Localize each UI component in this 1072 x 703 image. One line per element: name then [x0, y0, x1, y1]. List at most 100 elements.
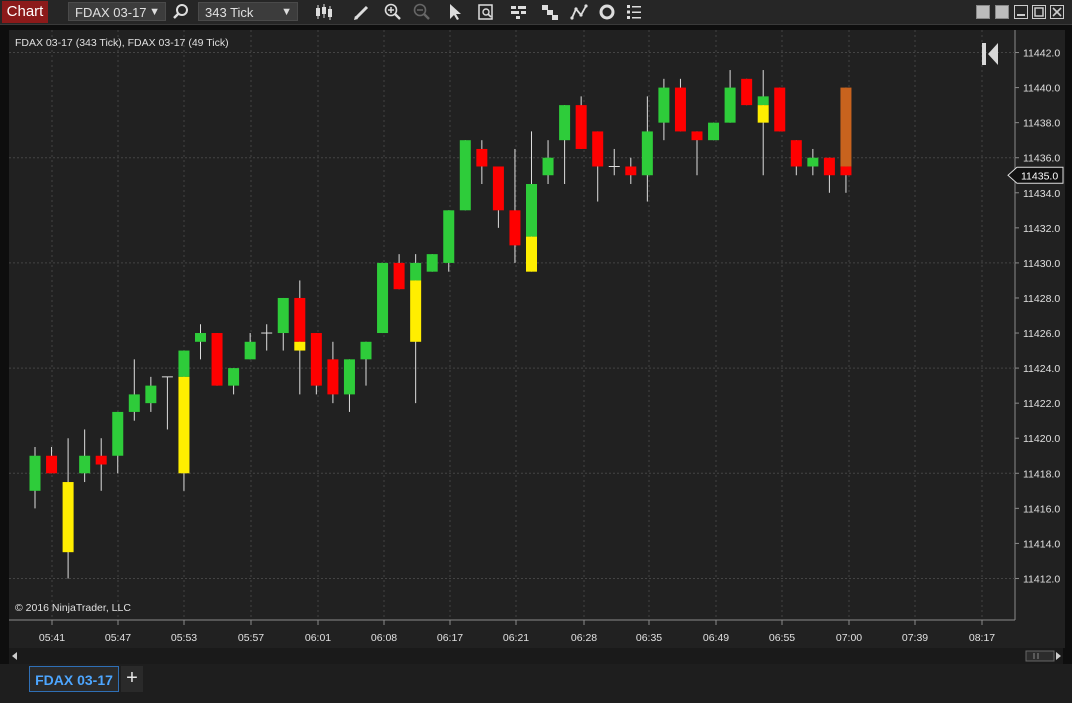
candle-body — [658, 87, 670, 123]
candle-body — [244, 341, 256, 360]
candle-body — [310, 333, 322, 386]
data-box-icon[interactable] — [476, 2, 496, 22]
time-tick-label: 06:21 — [503, 632, 529, 644]
time-tick-label: 08:17 — [969, 632, 995, 644]
candle-body — [95, 455, 107, 465]
time-tick-label: 06:08 — [371, 632, 397, 644]
chevron-down-icon: ▼ — [149, 6, 160, 18]
tile-right-icon[interactable] — [995, 5, 1009, 19]
time-tick-label: 06:17 — [437, 632, 463, 644]
price-tick-label: 11432.0 — [1023, 223, 1060, 235]
time-tick-label: 06:35 — [636, 632, 662, 644]
candle-body — [641, 131, 653, 176]
price-tick-label: 11426.0 — [1023, 328, 1060, 340]
instrument-selector[interactable]: FDAX 03-17 ▼ — [68, 2, 166, 21]
drawing-tools-icon[interactable] — [569, 2, 589, 22]
candle-body — [211, 333, 223, 386]
candle-body — [625, 166, 637, 176]
close-icon[interactable] — [1050, 5, 1064, 19]
scroll-thumb[interactable] — [1025, 650, 1055, 662]
price-tick-label: 11424.0 — [1023, 363, 1060, 375]
candle-body — [228, 368, 240, 386]
current-price-marker: 11435.0 — [1007, 166, 1064, 184]
chart-toolbar: Chart FDAX 03-17 ▼ 343 Tick ▼ — [0, 0, 1072, 25]
scroll-left-icon[interactable] — [12, 652, 17, 660]
price-tick-label: 11422.0 — [1023, 398, 1060, 410]
candle-body — [492, 166, 504, 211]
tab-fdax[interactable]: FDAX 03-17 — [29, 666, 119, 692]
chevron-down-icon: ▼ — [281, 6, 292, 18]
candle-body — [145, 385, 157, 404]
time-tick-label: 05:57 — [238, 632, 264, 644]
candle-body-last — [840, 87, 852, 167]
strategies-icon[interactable] — [509, 2, 529, 22]
candle-body — [840, 166, 852, 176]
time-tick-label: 06:01 — [305, 632, 331, 644]
pencil-icon[interactable] — [352, 2, 372, 22]
candle-body — [575, 105, 587, 149]
time-tick-label: 05:41 — [39, 632, 65, 644]
price-tick-label: 11442.0 — [1023, 48, 1060, 60]
candle-body — [195, 333, 206, 342]
candle-body — [112, 411, 124, 456]
properties-icon[interactable] — [624, 2, 644, 22]
tab-bar — [0, 664, 1072, 703]
candle-body — [790, 140, 802, 167]
candle-body-highlight — [178, 376, 190, 474]
candle-body — [294, 297, 306, 342]
current-price-label: 11435.0 — [1021, 170, 1058, 182]
candle-body — [410, 262, 422, 281]
candle-body — [774, 87, 786, 132]
minimize-icon[interactable] — [1014, 5, 1028, 19]
candle-body — [509, 210, 521, 246]
candle-body — [128, 394, 140, 412]
candle — [708, 122, 720, 141]
price-tick-label: 11440.0 — [1023, 83, 1060, 95]
time-tick-label: 06:49 — [703, 632, 729, 644]
candle-body — [393, 262, 405, 290]
interval-selector[interactable]: 343 Tick ▼ — [198, 2, 298, 21]
bar-style-icon[interactable] — [314, 2, 334, 22]
tile-left-icon[interactable] — [976, 5, 990, 19]
price-tick-label: 11412.0 — [1023, 573, 1060, 585]
time-tick-label: 05:53 — [171, 632, 197, 644]
pointer-icon[interactable] — [445, 2, 465, 22]
price-chart[interactable]: 11412.0 11414.0 11416.0 11418.0 11420.0 11422… — [0, 25, 1072, 648]
candle — [443, 210, 455, 272]
price-tick-label: 11434.0 — [1023, 188, 1060, 200]
candle — [426, 254, 438, 272]
candle-body-highlight — [62, 482, 74, 553]
price-tick-label: 11438.0 — [1023, 118, 1060, 130]
candle-body — [29, 455, 41, 491]
price-tick-label: 11416.0 — [1023, 503, 1060, 515]
candle-body — [459, 140, 471, 211]
price-tick-label: 11414.0 — [1023, 538, 1060, 550]
candle-body-highlight — [294, 341, 306, 351]
price-tick-label: 11420.0 — [1023, 433, 1060, 445]
time-tick-label: 07:00 — [836, 632, 862, 644]
interval-value: 343 Tick — [205, 5, 254, 20]
scroll-right-icon[interactable] — [1056, 652, 1061, 660]
candle-body-highlight — [757, 105, 769, 123]
search-icon[interactable] — [171, 2, 191, 22]
zoom-in-icon[interactable] — [383, 2, 403, 22]
zoom-out-icon[interactable] — [412, 2, 432, 22]
add-tab-button[interactable]: + — [121, 666, 143, 692]
candle-body — [807, 157, 819, 167]
time-tick-label: 06:28 — [571, 632, 597, 644]
candle — [774, 87, 786, 132]
candle-body-highlight — [410, 280, 422, 342]
candle-body-highlight — [526, 236, 537, 272]
candle-body — [724, 87, 736, 123]
price-tick-label: 11436.0 — [1023, 153, 1060, 165]
horizontal-scrollbar[interactable] — [9, 648, 1063, 664]
refresh-icon[interactable] — [597, 2, 617, 22]
candle — [310, 333, 322, 395]
time-tick-label: 07:39 — [902, 632, 928, 644]
maximize-icon[interactable] — [1032, 5, 1046, 19]
candle-body — [277, 297, 289, 334]
candle — [178, 350, 190, 491]
price-tick-label: 11430.0 — [1023, 258, 1060, 270]
indicators-icon[interactable] — [540, 2, 560, 22]
price-tick-label: 11428.0 — [1023, 293, 1060, 305]
